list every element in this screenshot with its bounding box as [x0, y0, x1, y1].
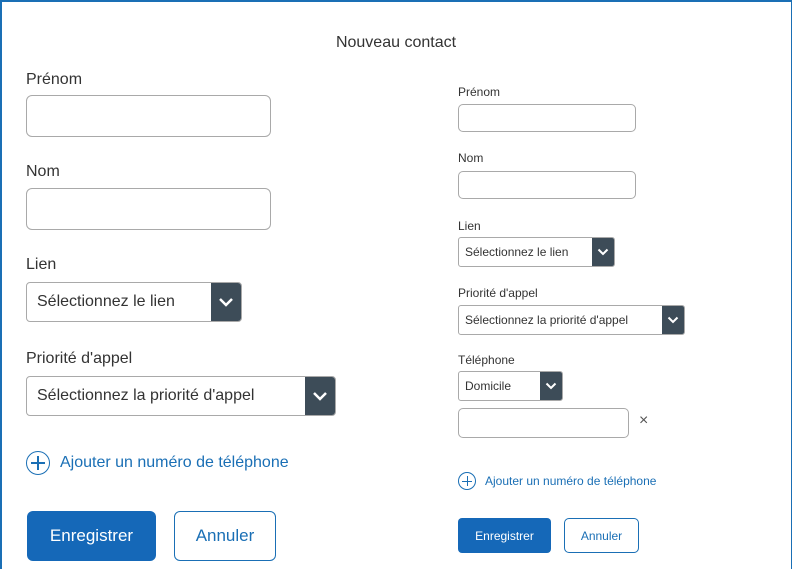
- save-button-small[interactable]: Enregistrer: [458, 518, 551, 553]
- cancel-button[interactable]: Annuler: [174, 511, 276, 561]
- chevron-down-icon: [211, 283, 241, 321]
- cancel-button-small[interactable]: Annuler: [564, 518, 639, 553]
- add-circle-icon: [26, 451, 50, 475]
- chevron-down-icon: [592, 238, 614, 266]
- dialog-title: Nouveau contact: [335, 34, 457, 51]
- call-priority-label-small: Priorité d'appel: [458, 286, 538, 300]
- first-name-input-small[interactable]: [458, 104, 636, 132]
- remove-phone-close-icon[interactable]: ×: [639, 413, 648, 429]
- first-name-label: Prénom: [26, 71, 83, 88]
- chevron-down-icon: [305, 377, 335, 415]
- link-select-value-small: Sélectionnez le lien: [465, 245, 569, 259]
- add-phone-link-small[interactable]: Ajouter un numéro de téléphone: [458, 472, 656, 490]
- add-circle-icon: [458, 472, 476, 490]
- save-button[interactable]: Enregistrer: [27, 511, 156, 561]
- link-select-small[interactable]: Sélectionnez le lien: [458, 237, 615, 267]
- add-phone-label: Ajouter un numéro de téléphone: [60, 454, 289, 471]
- link-select[interactable]: Sélectionnez le lien: [26, 282, 242, 322]
- last-name-input[interactable]: [26, 188, 271, 230]
- first-name-input[interactable]: [26, 95, 271, 137]
- call-priority-select[interactable]: Sélectionnez la priorité d'appel: [26, 376, 336, 416]
- chevron-down-icon: [662, 306, 684, 334]
- add-phone-link[interactable]: Ajouter un numéro de téléphone: [26, 451, 289, 475]
- first-name-label-small: Prénom: [458, 85, 501, 99]
- call-priority-select-small[interactable]: Sélectionnez la priorité d'appel: [458, 305, 685, 335]
- add-phone-label-small: Ajouter un numéro de téléphone: [485, 474, 657, 488]
- phone-type-select-value: Domicile: [465, 379, 512, 393]
- link-select-value: Sélectionnez le lien: [37, 293, 175, 310]
- chevron-down-icon: [540, 372, 562, 400]
- last-name-input-small[interactable]: [458, 171, 636, 199]
- phone-type-select[interactable]: Domicile: [458, 371, 563, 401]
- call-priority-select-value-small: Sélectionnez la priorité d'appel: [465, 313, 629, 327]
- last-name-label-small: Nom: [458, 151, 484, 165]
- call-priority-label: Priorité d'appel: [26, 350, 133, 367]
- last-name-label: Nom: [26, 163, 60, 180]
- phone-number-input[interactable]: [458, 408, 629, 438]
- link-label-small: Lien: [458, 219, 481, 233]
- call-priority-select-value: Sélectionnez la priorité d'appel: [37, 387, 255, 404]
- link-label: Lien: [26, 256, 57, 273]
- phone-label-small: Téléphone: [458, 353, 515, 367]
